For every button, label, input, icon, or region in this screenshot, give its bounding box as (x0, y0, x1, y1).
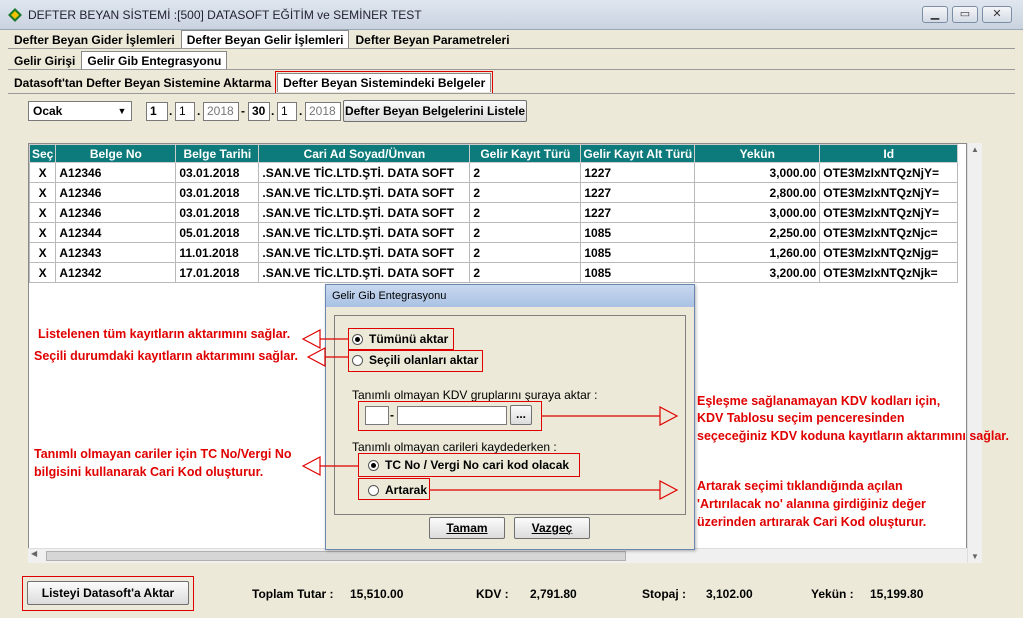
annotation-arrowhead (301, 329, 321, 349)
note-artarak-1: Artarak seçimi tıklandığında açılan (697, 479, 903, 493)
note-kdv-3: seçeceğiniz KDV koduna kayıtların aktarı… (697, 429, 1009, 443)
yekun-value: 15,199.80 (870, 587, 924, 601)
note-all: Listelenen tüm kayıtların aktarımını sağ… (38, 327, 291, 341)
note-selected: Seçili durumdaki kayıtların aktarımını s… (34, 349, 299, 363)
note-tc-1: Tanımlı olmayan cariler için TC No/Vergi… (34, 447, 292, 461)
annotation-arrowhead (659, 480, 679, 500)
transfer-to-datasoft-button[interactable]: Listeyi Datasoft'a Aktar (27, 581, 189, 605)
stopaj-value: 3,102.00 (706, 587, 753, 601)
annotation-arrowhead (301, 456, 321, 476)
main-window: DEFTER BEYAN SİSTEMİ :[500] DATASOFT EĞİ… (0, 0, 1023, 618)
total-value: 15,510.00 (350, 587, 404, 601)
note-kdv-2: KDV Tablosu seçim penceresinden (697, 411, 905, 425)
annotation-arrowhead (659, 406, 679, 426)
note-tc-2: bilgisini kullanarak Cari Kod oluşturur. (34, 465, 264, 479)
yekun-label: Yekün : (811, 587, 854, 601)
annotation-arrowhead (306, 347, 326, 367)
kdv-total-label: KDV : (476, 587, 509, 601)
note-artarak-3: üzerinden artırarak Cari Kod oluşturur. (697, 515, 927, 529)
kdv-total-value: 2,791.80 (530, 587, 577, 601)
total-label: Toplam Tutar : (252, 587, 334, 601)
stopaj-label: Stopaj : (642, 587, 686, 601)
note-artarak-2: 'Artırılacak no' alanına girdiğiniz değe… (697, 497, 926, 511)
